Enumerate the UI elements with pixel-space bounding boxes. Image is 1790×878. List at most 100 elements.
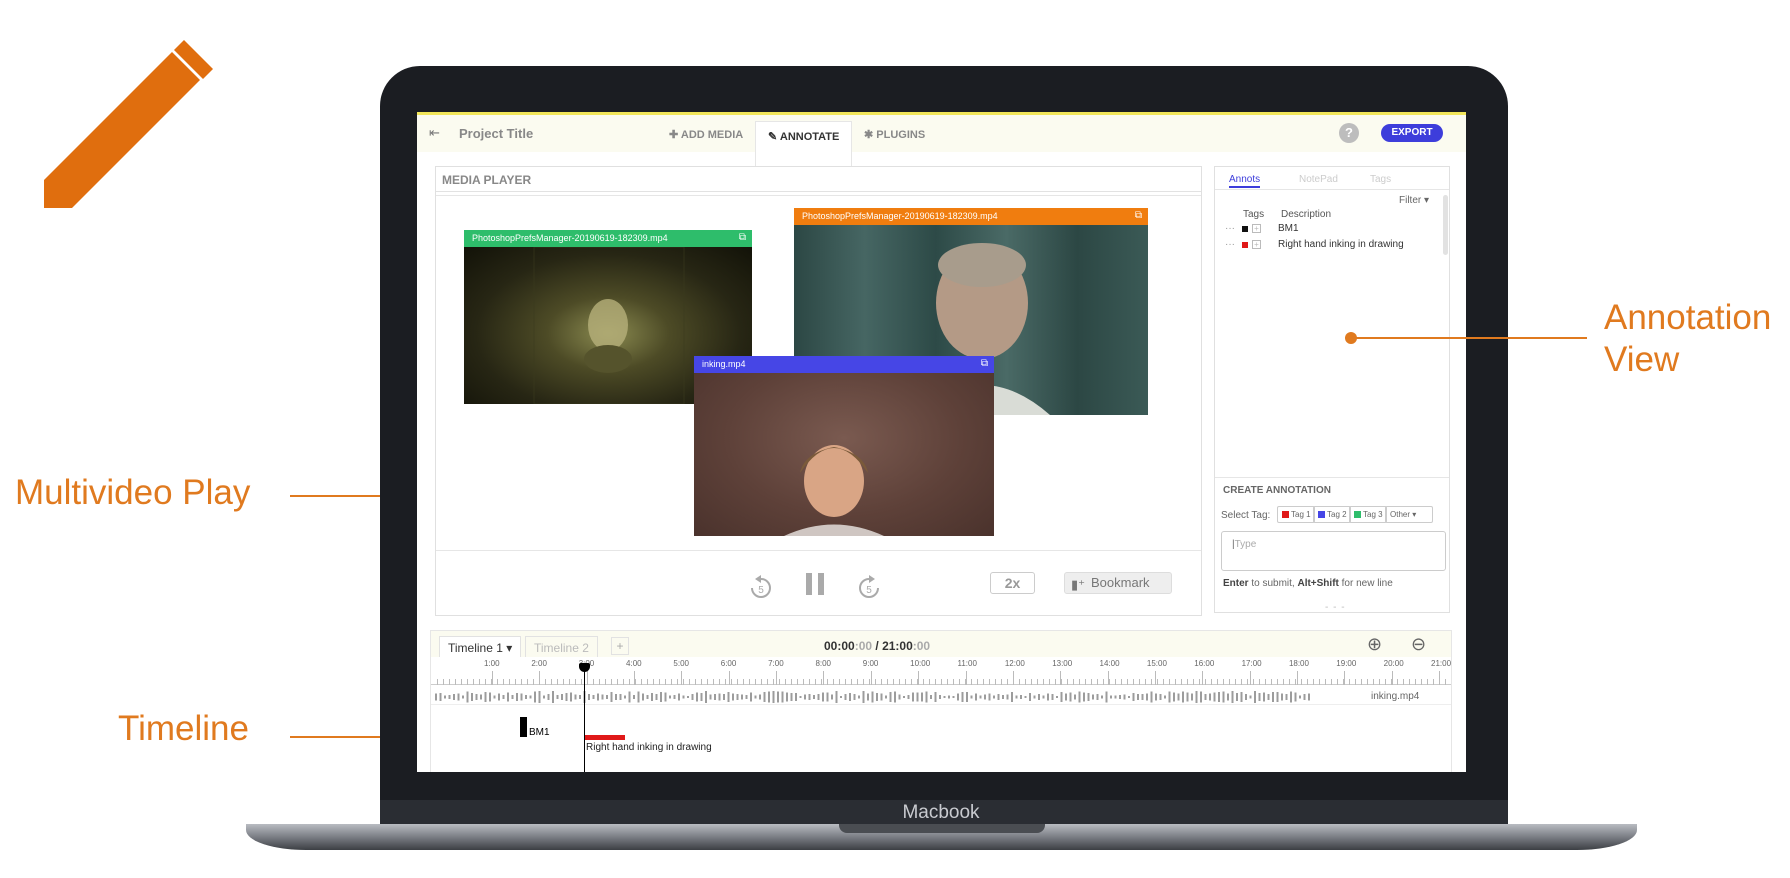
tag-2-button[interactable]: Tag 2 (1313, 506, 1351, 523)
ruler-major-tick (492, 671, 493, 685)
playhead[interactable] (584, 665, 585, 772)
playback-speed-button[interactable]: 2x (990, 572, 1035, 594)
ruler-minor-tick (869, 679, 870, 685)
ruler-tick-label: 20:00 (1383, 659, 1404, 668)
more-options-icon[interactable]: ··· (1225, 223, 1235, 234)
ruler-minor-tick (791, 679, 792, 685)
waveform-bar (1236, 693, 1238, 701)
waveform-bar (772, 691, 775, 703)
ruler-minor-tick (1367, 679, 1368, 685)
rewind-5-icon[interactable]: 5 (746, 575, 776, 601)
waveform-bar (768, 691, 770, 703)
waveform-bar (1263, 692, 1265, 702)
more-options-icon[interactable]: ··· (1225, 239, 1235, 250)
ruler-minor-tick (1355, 679, 1356, 685)
video-title-bar[interactable]: PhotoshopPrefsManager-20190619-182309.mp… (794, 208, 1148, 225)
ruler-tick-label: 1:00 (484, 659, 500, 668)
tag-label: Tag 3 (1363, 510, 1383, 519)
waveform-bar (687, 696, 689, 698)
ruler-minor-tick (899, 679, 900, 685)
waveform-bar (556, 695, 559, 699)
tab-tags[interactable]: Tags (1370, 174, 1391, 185)
waveform-bar (1164, 695, 1166, 699)
resize-handle[interactable]: - - - (1325, 602, 1346, 613)
bookmark-button[interactable]: ▮⁺ Bookmark (1064, 572, 1172, 594)
video-filename: inking.mp4 (702, 359, 746, 369)
tag-label: Tag 1 (1291, 510, 1311, 519)
add-tag-icon[interactable]: + (1252, 240, 1261, 249)
help-icon[interactable]: ? (1339, 123, 1359, 143)
waveform-bar (997, 694, 1000, 700)
tab-timeline-2[interactable]: Timeline 2 (525, 636, 598, 657)
waveform-bar (1087, 693, 1090, 701)
waveform-bar (601, 694, 604, 700)
zoom-out-icon[interactable]: ⊖ (1411, 634, 1426, 655)
video-title-bar[interactable]: PhotoshopPrefsManager-20190619-182309.mp… (464, 230, 752, 247)
scrollbar[interactable] (1443, 195, 1448, 255)
waveform-bar (718, 693, 721, 701)
ruler-minor-tick (623, 679, 624, 685)
ruler-minor-tick (497, 679, 498, 685)
waveform-bar (1177, 693, 1180, 701)
waveform-bar (804, 694, 806, 700)
tag-color-swatch (1282, 511, 1289, 518)
ruler-minor-tick (815, 679, 816, 685)
waveform-bar (939, 695, 941, 699)
ruler-minor-tick (515, 679, 516, 685)
callout-timeline: Timeline (118, 709, 249, 748)
add-timeline-button[interactable]: + (611, 637, 629, 655)
ruler-tick-label: 13:00 (1052, 659, 1073, 668)
ruler-minor-tick (1307, 679, 1308, 685)
tab-timeline-1[interactable]: Timeline 1 ▾ (439, 636, 522, 657)
video-window[interactable]: inking.mp4 ⧉ (694, 356, 994, 536)
bookmark-marker[interactable] (520, 717, 527, 737)
hint-alt-shift-key: Alt+Shift (1297, 578, 1339, 589)
add-tag-icon[interactable]: + (1252, 224, 1261, 233)
video-filename: PhotoshopPrefsManager-20190619-182309.mp… (472, 233, 668, 243)
annotation-row[interactable]: ··· + Right hand inking in drawing (1225, 239, 1435, 253)
tab-annots[interactable]: Annots (1229, 174, 1261, 188)
waveform-bar (538, 691, 541, 703)
project-title[interactable]: Project Title (459, 126, 533, 141)
pause-icon[interactable] (804, 571, 826, 597)
ruler-minor-tick (1097, 679, 1098, 685)
waveform-bar (552, 691, 554, 703)
ruler-minor-tick (905, 679, 906, 685)
annotation-range-marker[interactable] (585, 735, 625, 740)
app-header: ⇤ Project Title ✚ ADD MEDIA ✎ ANNOTATE ✱… (417, 112, 1466, 171)
hint-text: to submit, (1248, 578, 1298, 589)
annotation-input[interactable]: |Type (1221, 531, 1446, 571)
popout-icon[interactable]: ⧉ (739, 232, 746, 243)
ruler-minor-tick (1409, 679, 1410, 685)
ruler-minor-tick (1379, 679, 1380, 685)
waveform (435, 691, 1310, 703)
popout-icon[interactable]: ⧉ (981, 358, 988, 369)
caret-down-icon: ▾ (1424, 195, 1430, 206)
back-arrow-icon[interactable]: ⇤ (429, 125, 440, 141)
tag-3-button[interactable]: Tag 3 (1349, 506, 1387, 523)
tab-notepad[interactable]: NotePad (1299, 174, 1338, 185)
filter-dropdown[interactable]: Filter ▾ (1399, 195, 1429, 206)
tab-annotate[interactable]: ✎ ANNOTATE (755, 121, 853, 171)
forward-5-icon[interactable]: 5 (854, 575, 884, 601)
video-title-bar[interactable]: inking.mp4 ⧉ (694, 356, 994, 373)
ruler-minor-tick (1061, 679, 1062, 685)
zoom-in-icon[interactable]: ⊕ (1367, 634, 1382, 655)
waveform-bar (808, 694, 811, 700)
pencil-icon: ✎ (768, 131, 780, 143)
waveform-bar (588, 694, 590, 700)
ruler-minor-tick (797, 679, 798, 685)
annotation-row[interactable]: ··· + BM1 (1225, 223, 1435, 237)
waveform-bar (682, 695, 685, 699)
waveform-bar (750, 692, 752, 702)
waveform-bar (1281, 693, 1283, 701)
tab-plugins[interactable]: ✱ PLUGINS (864, 128, 925, 141)
tab-add-media[interactable]: ✚ ADD MEDIA (669, 128, 743, 141)
popout-icon[interactable]: ⧉ (1135, 210, 1142, 221)
export-button[interactable]: EXPORT (1381, 124, 1443, 142)
waveform-bar (1015, 695, 1018, 699)
other-tag-dropdown[interactable]: Other ▾ (1385, 506, 1433, 523)
ruler-minor-tick (725, 679, 726, 685)
svg-text:5: 5 (758, 585, 764, 596)
tag-1-button[interactable]: Tag 1 (1277, 506, 1315, 523)
